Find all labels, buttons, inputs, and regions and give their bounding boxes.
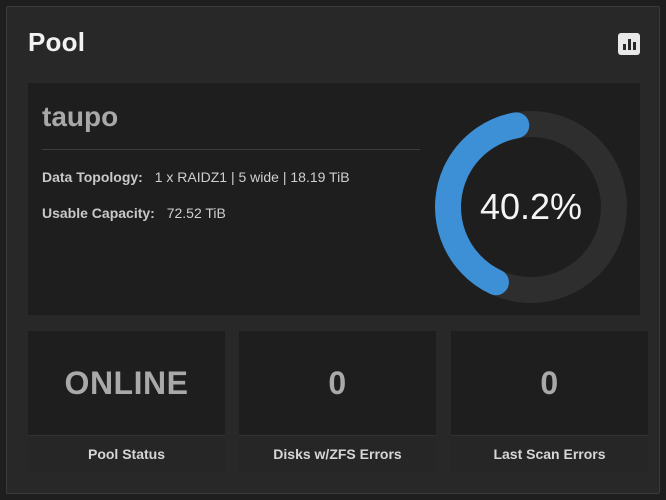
divider: [42, 149, 420, 150]
data-topology-label: Data Topology:: [42, 169, 143, 185]
pool-widget-card: Pool taupo Data Topology: 1 x RAIDZ1 | 5…: [6, 6, 660, 494]
pool-status-label: Pool Status: [28, 435, 225, 473]
bar-chart-icon[interactable]: [618, 33, 640, 55]
last-scan-errors-label: Last Scan Errors: [451, 435, 648, 473]
usable-capacity-value: 72.52 TiB: [166, 205, 226, 221]
pool-info-panel: taupo Data Topology: 1 x RAIDZ1 | 5 wide…: [28, 83, 640, 315]
usable-capacity-label: Usable Capacity:: [42, 205, 155, 221]
pool-name: taupo: [42, 101, 119, 132]
data-topology-value: 1 x RAIDZ1 | 5 wide | 18.19 TiB: [154, 169, 350, 185]
disk-errors-value: 0: [328, 365, 347, 401]
last-scan-errors-value: 0: [540, 365, 559, 401]
usage-percent: 40.2%: [479, 186, 583, 227]
pool-status-value: ONLINE: [64, 365, 189, 401]
last-scan-errors-tile: 0 Last Scan Errors: [451, 331, 648, 473]
data-topology-row: Data Topology: 1 x RAIDZ1 | 5 wide | 18.…: [42, 169, 350, 185]
widget-title: Pool: [28, 27, 86, 57]
usable-capacity-row: Usable Capacity: 72.52 TiB: [42, 205, 226, 221]
disk-errors-label: Disks w/ZFS Errors: [239, 435, 436, 473]
pool-status-tile: ONLINE Pool Status: [28, 331, 225, 473]
disk-errors-tile: 0 Disks w/ZFS Errors: [239, 331, 436, 473]
